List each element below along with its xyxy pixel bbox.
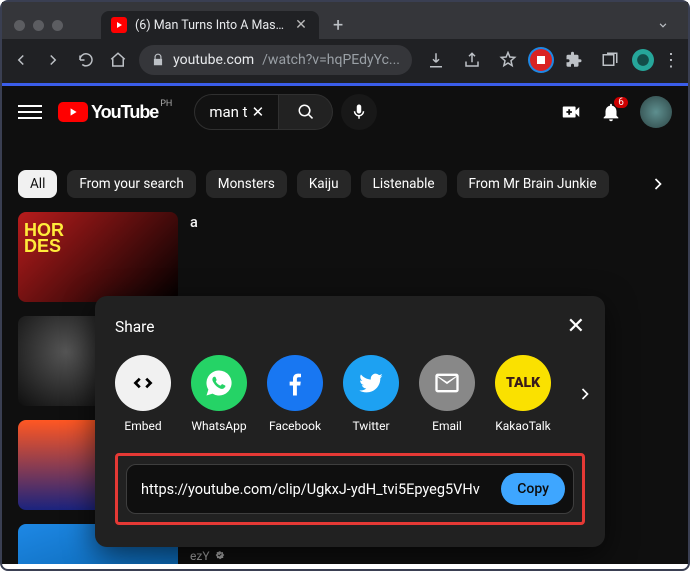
share-url-text[interactable]: https://youtube.com/clip/UgkxJ-ydH_tvi5E… <box>141 481 501 498</box>
video-thumbnail[interactable] <box>18 212 178 302</box>
window-close-icon[interactable] <box>14 20 25 31</box>
youtube-logo-icon <box>58 102 88 122</box>
youtube-header: YouTube PH man t ✕ 6 <box>2 86 688 138</box>
window-controls <box>14 20 63 31</box>
notifications-button[interactable]: 6 <box>600 101 622 123</box>
chip-all[interactable]: All <box>18 170 57 198</box>
email-icon <box>419 355 475 411</box>
share-twitter[interactable]: Twitter <box>343 355 399 433</box>
address-bar[interactable]: youtube.com /watch?v=hqPEdyYc... <box>139 45 412 75</box>
install-app-icon[interactable] <box>422 46 450 74</box>
search-button[interactable] <box>279 94 333 130</box>
modal-close-icon[interactable]: ✕ <box>567 314 585 339</box>
chip-listenable[interactable]: Listenable <box>361 170 447 198</box>
tab-strip: (6) Man Turns Into A Massive T ✕ + <box>2 2 688 39</box>
chip-kaiju[interactable]: Kaiju <box>297 170 351 198</box>
header-actions: 6 <box>560 96 672 128</box>
tabs-overflow-icon[interactable] <box>656 18 670 32</box>
forward-button[interactable] <box>42 46 64 74</box>
chips-next-icon[interactable] <box>644 174 672 194</box>
youtube-logo[interactable]: YouTube PH <box>58 102 158 123</box>
search-container: man t ✕ <box>194 94 377 130</box>
share-facebook[interactable]: Facebook <box>267 355 323 433</box>
embed-icon <box>115 355 171 411</box>
share-kakaotalk[interactable]: TALK KakaoTalk <box>495 355 551 433</box>
share-email[interactable]: Email <box>419 355 475 433</box>
kakaotalk-icon: TALK <box>495 355 551 411</box>
twitter-icon <box>343 355 399 411</box>
video-meta: a <box>190 212 198 302</box>
share-url-container: https://youtube.com/clip/UgkxJ-ydH_tvi5E… <box>126 464 574 514</box>
share-targets: Embed WhatsApp Facebook Twitter Email TA… <box>115 355 585 433</box>
avatar[interactable] <box>640 96 672 128</box>
toolbar-right: ⋮ <box>422 46 680 74</box>
create-button[interactable] <box>560 101 582 123</box>
modal-header: Share ✕ <box>115 314 585 339</box>
share-next-icon[interactable] <box>571 384 595 404</box>
extension-profile-icon[interactable] <box>632 49 654 71</box>
youtube-app: YouTube PH man t ✕ 6 All From <box>2 86 688 564</box>
bookmark-star-icon[interactable] <box>494 46 522 74</box>
copy-button[interactable]: Copy <box>501 473 565 505</box>
chip-monsters[interactable]: Monsters <box>206 170 287 198</box>
browser-chrome: (6) Man Turns Into A Massive T ✕ + youtu… <box>2 2 688 86</box>
menu-button[interactable] <box>18 100 42 124</box>
modal-title: Share <box>115 318 155 336</box>
share-url-highlight: https://youtube.com/clip/UgkxJ-ydH_tvi5E… <box>115 453 585 525</box>
tab-title: (6) Man Turns Into A Massive T <box>135 18 285 33</box>
window-maximize-icon[interactable] <box>52 20 63 31</box>
search-input[interactable]: man t ✕ <box>194 94 279 130</box>
lock-icon <box>151 53 165 67</box>
chip-from-channel[interactable]: From Mr Brain Junkie <box>457 170 609 198</box>
country-code: PH <box>160 99 172 109</box>
youtube-favicon-icon <box>111 17 127 33</box>
notification-badge: 6 <box>614 97 628 108</box>
tab-close-icon[interactable]: ✕ <box>293 17 309 33</box>
search-value: man t <box>209 103 247 121</box>
tab-groups-icon[interactable] <box>596 46 624 74</box>
extension-adblock-icon[interactable] <box>530 49 552 71</box>
filter-chips: All From your search Monsters Kaiju List… <box>2 160 688 208</box>
share-icon[interactable] <box>458 46 486 74</box>
browser-toolbar: youtube.com /watch?v=hqPEdyYc... ⋮ <box>2 39 688 83</box>
chip-from-search[interactable]: From your search <box>67 170 195 198</box>
share-whatsapp[interactable]: WhatsApp <box>191 355 247 433</box>
extensions-icon[interactable] <box>560 46 588 74</box>
voice-search-button[interactable] <box>341 94 377 130</box>
back-button[interactable] <box>10 46 32 74</box>
mic-icon <box>350 103 368 121</box>
video-item[interactable]: a <box>18 212 672 302</box>
home-button[interactable] <box>107 46 129 74</box>
share-modal: Share ✕ Embed WhatsApp Facebook Twitter <box>95 296 605 547</box>
url-path: /watch?v=hqPEdyYc... <box>262 52 400 68</box>
video-title: a <box>190 214 198 233</box>
url-host: youtube.com <box>173 52 254 68</box>
facebook-icon <box>267 355 323 411</box>
video-channel[interactable]: ezY <box>190 549 478 563</box>
new-tab-button[interactable]: + <box>327 15 349 36</box>
browser-menu-icon[interactable]: ⋮ <box>662 50 680 71</box>
reload-button[interactable] <box>75 46 97 74</box>
whatsapp-icon <box>191 355 247 411</box>
share-embed[interactable]: Embed <box>115 355 171 433</box>
youtube-logo-text: YouTube <box>91 102 158 123</box>
clear-search-icon[interactable]: ✕ <box>252 103 265 121</box>
window-minimize-icon[interactable] <box>33 20 44 31</box>
browser-tab[interactable]: (6) Man Turns Into A Massive T ✕ <box>101 11 319 39</box>
search-icon <box>297 103 315 121</box>
verified-icon <box>214 550 226 562</box>
